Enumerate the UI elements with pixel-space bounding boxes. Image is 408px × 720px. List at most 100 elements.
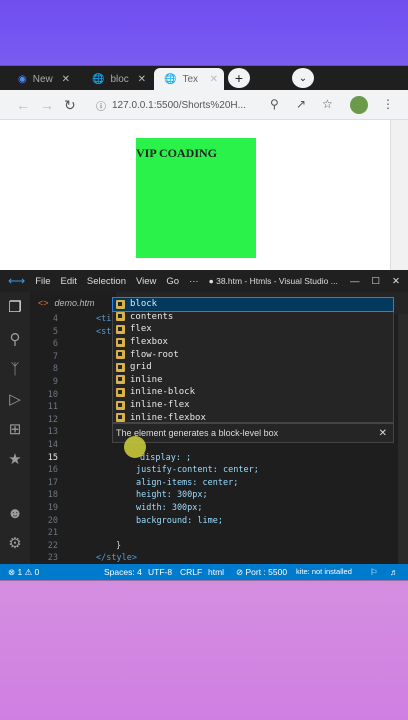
mouse-cursor-highlight — [124, 436, 146, 458]
share-icon[interactable]: ↗ — [296, 97, 306, 111]
suggestion-item[interactable]: flow-root — [113, 348, 393, 361]
line-number: 22 — [47, 540, 58, 551]
code-line-current: display: ; — [140, 452, 192, 463]
run-debug-icon[interactable]: ▷ — [6, 390, 24, 408]
line-number: 21 — [47, 528, 58, 539]
live-server-port-status[interactable]: ⊘ Port : 5500 — [236, 567, 287, 578]
account-icon[interactable]: ☻ — [6, 504, 24, 522]
close-tab-icon[interactable]: ✕ — [210, 74, 218, 85]
reload-icon[interactable]: ↻ — [64, 97, 76, 114]
kite-status[interactable]: kite: not installed — [296, 567, 352, 576]
search-icon[interactable]: ⚲ — [6, 330, 24, 348]
suggestion-details: The element generates a block-level box … — [112, 423, 394, 443]
suggestion-item[interactable]: inline-flex — [113, 399, 393, 412]
notifications-bell-icon[interactable]: ♬ — [390, 567, 399, 577]
green-box: VIP COADING — [136, 138, 256, 258]
enum-value-icon — [116, 387, 125, 397]
line-number: 7 — [52, 351, 58, 362]
profile-avatar[interactable] — [350, 96, 368, 114]
source-control-icon[interactable]: ᛉ — [6, 360, 24, 378]
close-tab-icon[interactable]: ✕ — [138, 74, 146, 85]
code-line: </style> — [96, 553, 137, 564]
enum-value-icon — [116, 350, 125, 360]
menu-view[interactable]: View — [136, 276, 156, 287]
autocomplete-suggest-widget: block contents flex flexbox flow-root gr… — [112, 297, 394, 423]
code-line: <ti — [96, 314, 112, 324]
page-scrollbar[interactable] — [390, 120, 408, 270]
back-arrow-icon[interactable]: ← — [16, 97, 30, 113]
line-number: 17 — [47, 477, 58, 488]
code-line: <st — [96, 326, 112, 337]
settings-gear-icon[interactable]: ⚙ — [6, 534, 24, 552]
suggestion-item[interactable]: flexbox — [113, 336, 393, 349]
menu-selection[interactable]: Selection — [87, 276, 126, 287]
suggestion-item[interactable]: contents — [113, 311, 393, 324]
line-number: 5 — [52, 326, 58, 337]
line-number: 16 — [47, 465, 58, 476]
explorer-icon[interactable]: ❐ — [6, 298, 24, 316]
info-icon: ⓘ — [96, 101, 106, 113]
line-number: 20 — [47, 515, 58, 526]
url-field[interactable]: ⓘ 127.0.0.1:5500/Shorts%20H... — [96, 95, 296, 115]
close-tab-icon[interactable]: ✕ — [62, 74, 70, 85]
line-number: 8 — [52, 364, 58, 375]
line-number: 23 — [47, 553, 58, 564]
suggestion-item[interactable]: inline-block — [113, 386, 393, 399]
line-number: 10 — [47, 389, 58, 400]
enum-value-icon — [116, 400, 125, 410]
extensions-icon[interactable]: ⊞ — [6, 420, 24, 438]
suggestion-item[interactable]: inline — [113, 374, 393, 387]
enum-value-icon — [116, 299, 125, 309]
encoding-status[interactable]: UTF-8 — [148, 567, 172, 577]
box-text: VIP COADING — [136, 146, 218, 160]
browser-tab-new[interactable]: ◉ New ✕ — [8, 68, 76, 90]
html-file-icon: <> — [38, 298, 49, 308]
suggestion-item-selected[interactable]: block — [112, 297, 394, 312]
maximize-icon[interactable]: ☐ — [372, 276, 381, 287]
code-line: } — [116, 540, 122, 551]
indentation-status[interactable]: Spaces: 4 — [104, 567, 142, 577]
line-number: 12 — [47, 414, 58, 425]
suggestion-item[interactable]: grid — [113, 361, 393, 374]
enum-value-icon — [116, 413, 125, 423]
problems-status[interactable]: ⊗ 1 ⚠ 0 — [8, 567, 39, 578]
code-line: width: 300px; — [136, 503, 203, 513]
eol-status[interactable]: CRLF — [180, 567, 202, 577]
activity-bar: ❐ ⚲ ᛉ ▷ ⊞ ★ ☻ ⚙ — [0, 292, 30, 564]
menu-file[interactable]: File — [35, 276, 50, 287]
code-line: justify-content: center; — [136, 465, 259, 476]
window-title: ● 38.htm - Htmls - Visual Studio ... — [208, 276, 338, 286]
suggestion-item[interactable]: flex — [113, 323, 393, 336]
close-window-icon[interactable]: ✕ — [392, 276, 400, 287]
bookmark-star-icon[interactable]: ☆ — [322, 97, 333, 111]
close-details-icon[interactable]: ✕ — [379, 428, 387, 439]
zoom-icon[interactable]: ⚲ — [270, 97, 279, 111]
line-number: 9 — [52, 377, 58, 387]
vscode-logo-icon: ⟷ — [8, 274, 26, 288]
line-number: 4 — [52, 314, 58, 324]
new-tab-button[interactable]: + — [228, 68, 250, 88]
menu-edit[interactable]: Edit — [61, 276, 77, 287]
chrome-icon: ◉ — [18, 73, 27, 85]
minimap-scrollbar[interactable] — [398, 314, 408, 564]
forward-arrow-icon[interactable]: → — [40, 97, 54, 113]
feedback-icon[interactable]: ⚐ — [370, 567, 378, 578]
tab-search-chevron-icon[interactable]: ⌄ — [292, 68, 314, 88]
language-status[interactable]: html — [208, 567, 224, 577]
python-icon[interactable]: ★ — [6, 450, 24, 468]
line-number: 18 — [47, 490, 58, 501]
menu-more[interactable]: ··· — [189, 276, 199, 287]
browser-tab-block[interactable]: 🌐 bloc ✕ — [82, 68, 152, 90]
code-line: align-items: center; — [136, 477, 239, 488]
enum-value-icon — [116, 375, 125, 385]
page-viewport: VIP COADING — [0, 120, 390, 270]
editor-tab-demo[interactable]: <> demo.htm — [30, 292, 116, 314]
enum-value-icon — [116, 337, 125, 347]
line-number-current: 15 — [47, 452, 58, 463]
menu-kebab-icon[interactable]: ⋮ — [382, 97, 394, 111]
globe-icon: 🌐 — [92, 73, 105, 85]
minimize-icon[interactable]: — — [350, 276, 360, 287]
menu-go[interactable]: Go — [166, 276, 179, 287]
line-number: 11 — [47, 402, 58, 413]
browser-tab-text[interactable]: 🌐 Tex ✕ — [154, 68, 224, 90]
